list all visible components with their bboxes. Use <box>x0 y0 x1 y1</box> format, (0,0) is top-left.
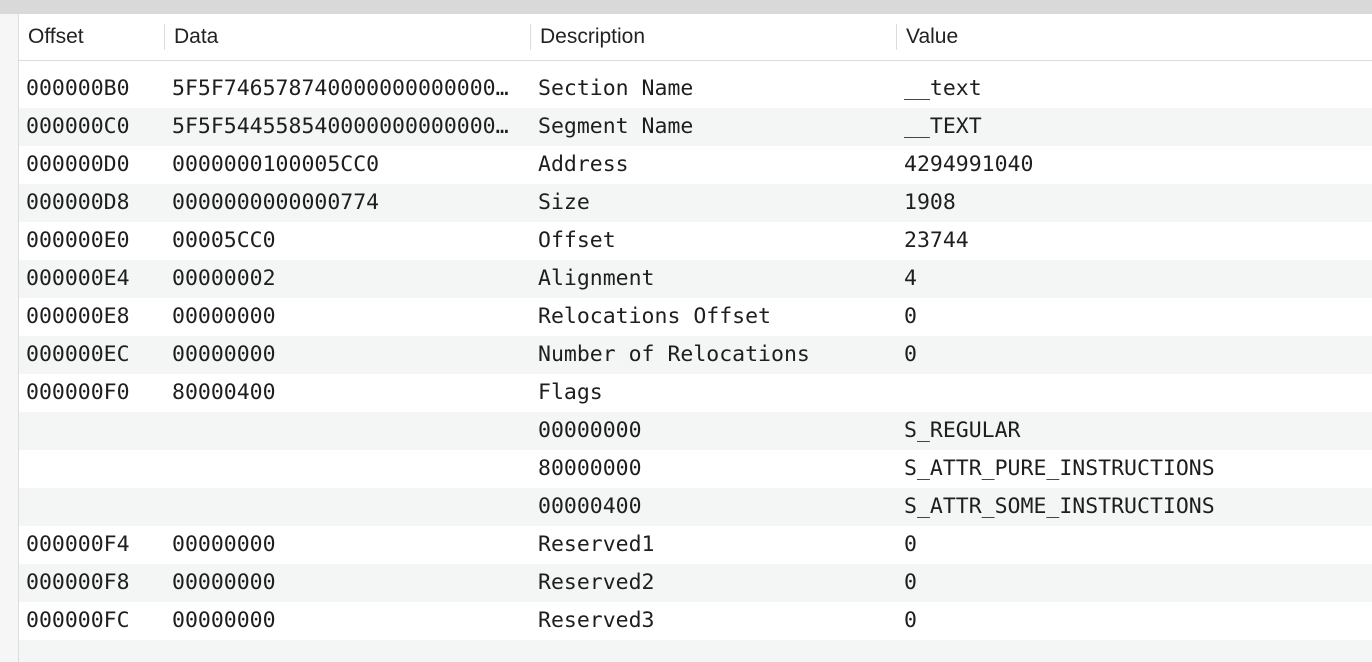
offset-cell <box>26 488 166 526</box>
value-cell: 0 <box>904 570 917 595</box>
description-cell: Section Name <box>538 76 694 101</box>
data-cell: 00000000 <box>172 570 276 595</box>
data-cell <box>172 450 521 488</box>
description-cell: Reserved1 <box>538 532 655 557</box>
value-cell: 0 <box>904 304 917 329</box>
offset-cell: 000000C0 <box>26 114 130 139</box>
data-cell <box>172 412 521 450</box>
section-table[interactable]: Offset Data Description Value 000000B0 5F… <box>19 14 1372 662</box>
table-row[interactable]: 000000F0 80000400 Flags <box>19 374 1372 412</box>
description-cell: Number of Relocations <box>538 342 810 367</box>
description-cell: Reserved3 <box>538 608 655 633</box>
offset-cell: 000000E0 <box>26 228 130 253</box>
description-cell: Offset <box>538 228 616 253</box>
offset-cell: 000000B0 <box>26 76 130 101</box>
table-row[interactable]: 000000FC 00000000 Reserved3 0 <box>19 602 1372 640</box>
value-cell: __TEXT <box>904 114 982 139</box>
data-cell: 5F5F7465787400000000000000000000 <box>172 76 521 101</box>
offset-cell: 000000E8 <box>26 304 130 329</box>
value-cell: 0 <box>904 608 917 633</box>
column-separator[interactable] <box>530 24 531 50</box>
offset-cell <box>26 450 166 488</box>
table-row[interactable]: 00000000 S_REGULAR <box>19 412 1372 450</box>
table-row[interactable]: 000000C0 5F5F5445585400000000000000000000… <box>19 108 1372 146</box>
data-cell: 00000000 <box>172 304 276 329</box>
offset-cell: 000000D0 <box>26 152 130 177</box>
offset-cell: 000000EC <box>26 342 130 367</box>
table-body: 000000B0 5F5F7465787400000000000000000000… <box>19 70 1372 662</box>
table-header: Offset Data Description Value <box>19 14 1372 61</box>
value-cell: __text <box>904 76 982 101</box>
value-cell: 0 <box>904 532 917 557</box>
table-row[interactable]: 000000EC 00000000 Number of Relocations 0 <box>19 336 1372 374</box>
data-cell: 80000400 <box>172 380 276 405</box>
table-row[interactable]: 00000400 S_ATTR_SOME_INSTRUCTIONS <box>19 488 1372 526</box>
window-top-strip <box>0 0 1372 14</box>
table-row[interactable]: 80000000 S_ATTR_PURE_INSTRUCTIONS <box>19 450 1372 488</box>
value-cell: S_ATTR_PURE_INSTRUCTIONS <box>904 456 1215 481</box>
offset-cell: 000000FC <box>26 608 130 633</box>
description-cell: Relocations Offset <box>538 304 771 329</box>
empty-row <box>19 640 1372 662</box>
left-gutter <box>0 14 18 662</box>
data-cell: 00000000 <box>172 532 276 557</box>
value-cell: 4 <box>904 266 917 291</box>
data-cell: 0000000100005CC0 <box>172 152 380 177</box>
table-row[interactable]: 000000E8 00000000 Relocations Offset 0 <box>19 298 1372 336</box>
table-row[interactable]: 000000E4 00000002 Alignment 4 <box>19 260 1372 298</box>
description-cell: 80000000 <box>538 456 642 481</box>
value-cell: 1908 <box>904 190 956 215</box>
data-cell <box>172 488 521 526</box>
data-cell: 00000000 <box>172 342 276 367</box>
column-separator[interactable] <box>896 24 897 50</box>
data-cell: 00000000 <box>172 608 276 633</box>
hex-viewer-window: Offset Data Description Value 000000B0 5F… <box>0 0 1372 662</box>
description-cell: 00000400 <box>538 494 642 519</box>
description-cell: 00000000 <box>538 418 642 443</box>
value-cell: S_ATTR_SOME_INSTRUCTIONS <box>904 494 1215 519</box>
value-cell: S_REGULAR <box>904 418 1021 443</box>
table-row[interactable]: 000000B0 5F5F7465787400000000000000000000… <box>19 70 1372 108</box>
offset-cell: 000000F8 <box>26 570 130 595</box>
value-cell <box>904 374 1364 412</box>
description-cell: Flags <box>538 380 603 405</box>
offset-cell: 000000F0 <box>26 380 130 405</box>
column-separator[interactable] <box>164 24 165 50</box>
offset-cell: 000000F4 <box>26 532 130 557</box>
table-row[interactable]: 000000F8 00000000 Reserved2 0 <box>19 564 1372 602</box>
data-cell: 00005CC0 <box>172 228 276 253</box>
value-cell: 23744 <box>904 228 969 253</box>
description-cell: Address <box>538 152 629 177</box>
offset-cell: 000000E4 <box>26 266 130 291</box>
data-cell: 5F5F5445585400000000000000000000 <box>172 114 521 139</box>
data-cell: 0000000000000774 <box>172 190 380 215</box>
column-header-description[interactable]: Description <box>540 14 645 60</box>
offset-cell: 000000D8 <box>26 190 130 215</box>
table-row[interactable]: 000000D0 0000000100005CC0 Address 429499104… <box>19 146 1372 184</box>
table-row[interactable]: 000000E0 00005CC0 Offset 23744 <box>19 222 1372 260</box>
description-cell: Segment Name <box>538 114 694 139</box>
table-row[interactable]: 000000F4 00000000 Reserved1 0 <box>19 526 1372 564</box>
value-cell: 0 <box>904 342 917 367</box>
offset-cell <box>26 412 166 450</box>
description-cell: Alignment <box>538 266 655 291</box>
value-cell: 4294991040 <box>904 152 1034 177</box>
column-header-data[interactable]: Data <box>174 14 218 60</box>
table-row[interactable]: 000000D8 0000000000000774 Size 1908 <box>19 184 1372 222</box>
column-header-value[interactable]: Value <box>906 14 958 60</box>
description-cell: Reserved2 <box>538 570 655 595</box>
column-header-offset[interactable]: Offset <box>28 14 84 60</box>
description-cell: Size <box>538 190 590 215</box>
data-cell: 00000002 <box>172 266 276 291</box>
